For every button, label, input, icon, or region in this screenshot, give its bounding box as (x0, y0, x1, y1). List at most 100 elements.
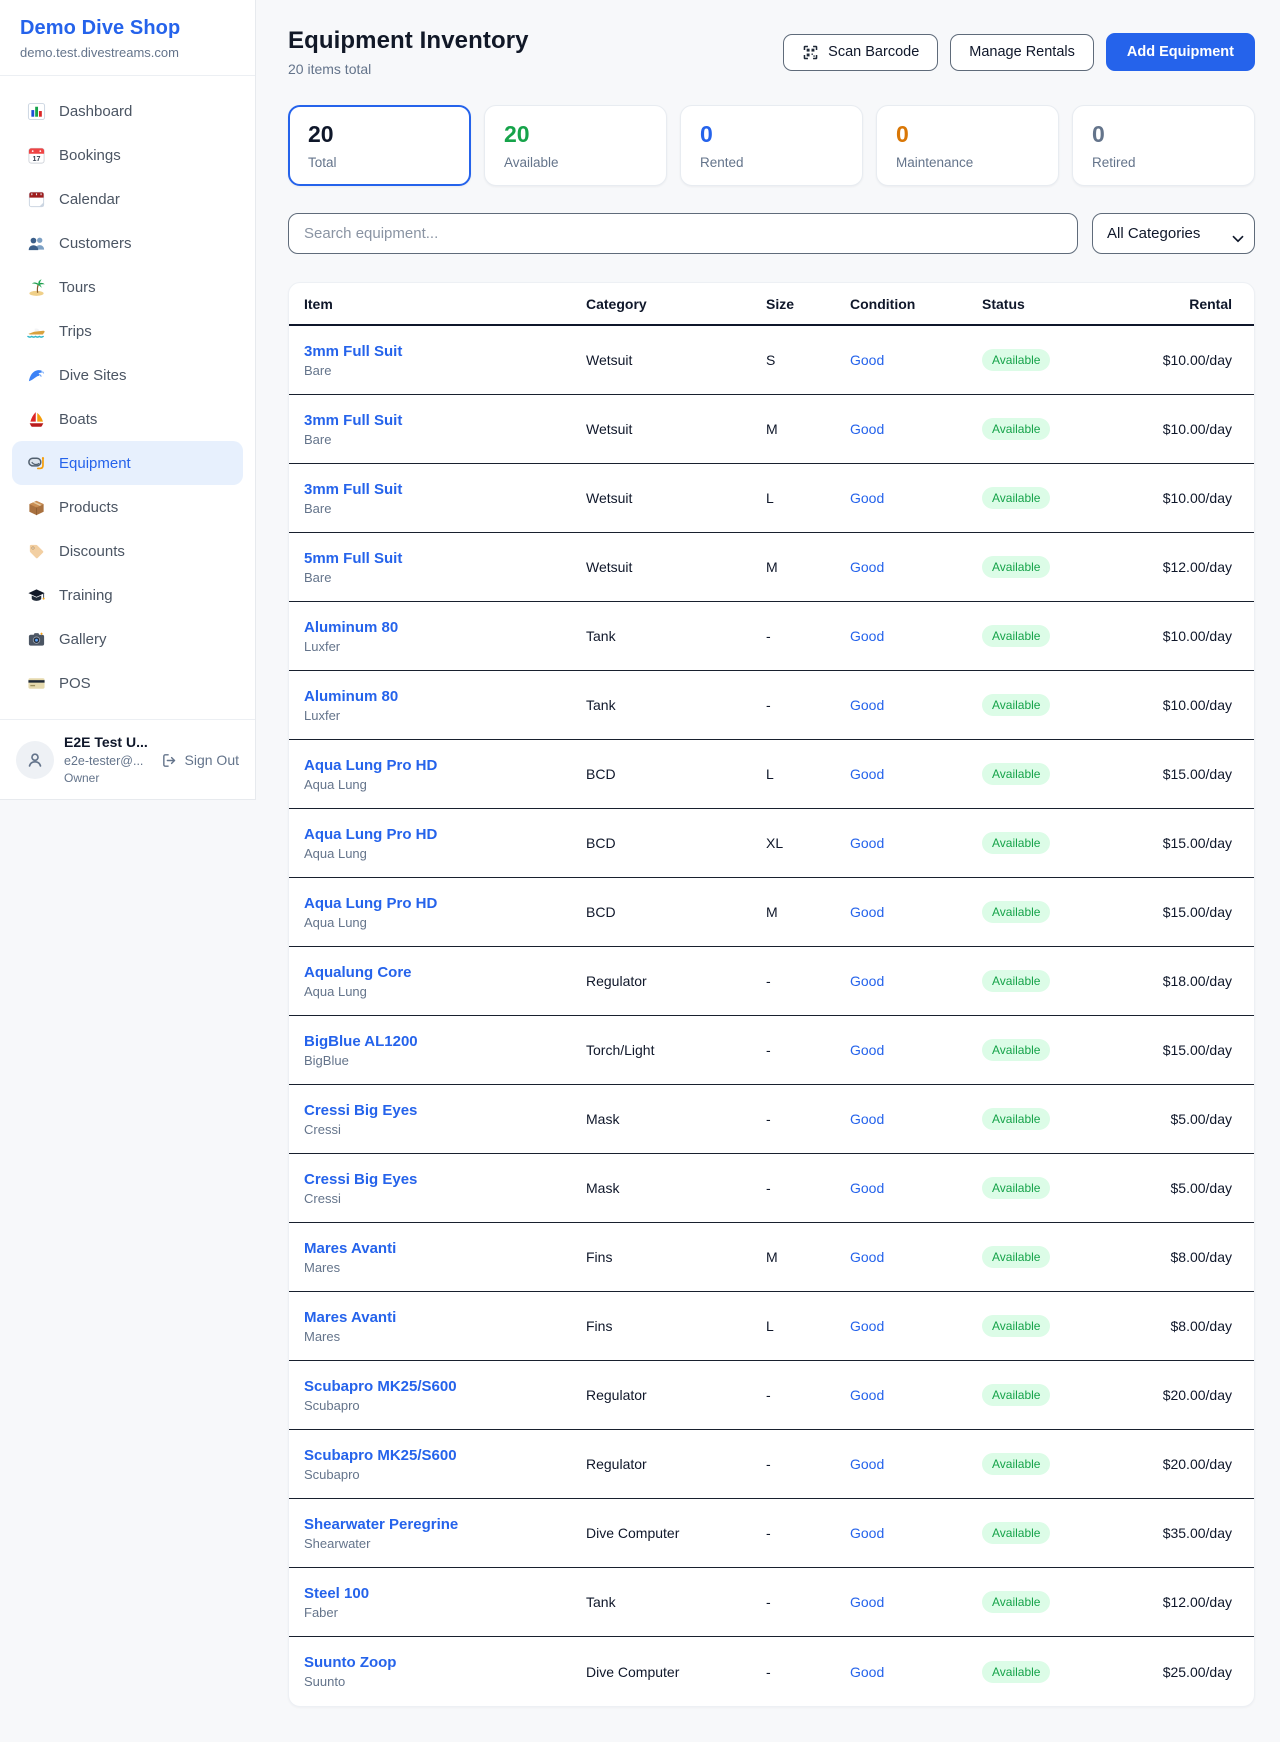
status-badge: Available (982, 1384, 1050, 1406)
item-name-link[interactable]: Scubapro MK25/S600 (304, 1447, 586, 1464)
item-name-link[interactable]: 3mm Full Suit (304, 412, 586, 429)
item-condition-link[interactable]: Good (850, 628, 982, 644)
sidebar-item-products[interactable]: Products (12, 485, 243, 529)
item-name-link[interactable]: Aqua Lung Pro HD (304, 895, 586, 912)
stats-row: 20 Total 20 Available 0 Rented 0 Mainten… (288, 105, 1255, 186)
item-condition-link[interactable]: Good (850, 1111, 982, 1127)
item-brand: Mares (304, 1260, 586, 1275)
item-name-link[interactable]: Scubapro MK25/S600 (304, 1378, 586, 1395)
item-condition-link[interactable]: Good (850, 1387, 982, 1403)
item-size: - (766, 1387, 850, 1403)
item-name-link[interactable]: BigBlue AL1200 (304, 1033, 586, 1050)
manage-rentals-button[interactable]: Manage Rentals (950, 34, 1094, 71)
item-condition-link[interactable]: Good (850, 1042, 982, 1058)
sidebar-item-pos[interactable]: POS (12, 661, 243, 705)
item-category: Regulator (586, 973, 766, 989)
item-condition-link[interactable]: Good (850, 559, 982, 575)
sidebar: Demo Dive Shop demo.test.divestreams.com… (0, 0, 256, 800)
sidebar-item-tours[interactable]: Tours (12, 265, 243, 309)
stat-value: 0 (896, 121, 1039, 148)
item-name-link[interactable]: Mares Avanti (304, 1309, 586, 1326)
item-condition-link[interactable]: Good (850, 1456, 982, 1472)
category-select[interactable]: All Categories (1092, 213, 1255, 254)
item-brand: Bare (304, 501, 586, 516)
discounts-icon (26, 541, 46, 561)
sidebar-item-customers[interactable]: Customers (12, 221, 243, 265)
scan-barcode-button[interactable]: Scan Barcode (783, 34, 938, 71)
stat-card-rented[interactable]: 0 Rented (680, 105, 863, 186)
item-rental-rate: $10.00/day (1134, 421, 1232, 437)
item-rental-rate: $5.00/day (1134, 1180, 1232, 1196)
sidebar-item-calendar[interactable]: Calendar (12, 177, 243, 221)
item-condition-link[interactable]: Good (850, 835, 982, 851)
item-condition-link[interactable]: Good (850, 490, 982, 506)
item-name-link[interactable]: Steel 100 (304, 1585, 586, 1602)
item-name-link[interactable]: Mares Avanti (304, 1240, 586, 1257)
item-name-link[interactable]: Aqua Lung Pro HD (304, 757, 586, 774)
main-content: Equipment Inventory 20 items total Scan … (256, 0, 1280, 1737)
item-name-link[interactable]: Aqua Lung Pro HD (304, 826, 586, 843)
sidebar-item-boats[interactable]: Boats (12, 397, 243, 441)
item-condition-link[interactable]: Good (850, 697, 982, 713)
item-brand: Scubapro (304, 1467, 586, 1482)
table-row: Aqua Lung Pro HD Aqua Lung BCD XL Good A… (289, 809, 1254, 878)
item-category: Tank (586, 697, 766, 713)
item-name-link[interactable]: 3mm Full Suit (304, 481, 586, 498)
sidebar-item-bookings[interactable]: 17 Bookings (12, 133, 243, 177)
item-category: Fins (586, 1318, 766, 1334)
status-badge: Available (982, 1453, 1050, 1475)
item-size: L (766, 1318, 850, 1334)
item-condition-link[interactable]: Good (850, 1594, 982, 1610)
sidebar-item-equipment[interactable]: Equipment (12, 441, 243, 485)
stat-value: 0 (1092, 121, 1235, 148)
item-condition-link[interactable]: Good (850, 421, 982, 437)
item-rental-rate: $10.00/day (1134, 352, 1232, 368)
item-condition-link[interactable]: Good (850, 973, 982, 989)
item-condition-link[interactable]: Good (850, 352, 982, 368)
search-input[interactable] (288, 213, 1078, 254)
stat-card-total[interactable]: 20 Total (288, 105, 471, 186)
item-condition-link[interactable]: Good (850, 1318, 982, 1334)
item-condition-link[interactable]: Good (850, 1525, 982, 1541)
item-name-link[interactable]: Aluminum 80 (304, 688, 586, 705)
stat-card-available[interactable]: 20 Available (484, 105, 667, 186)
item-brand: Aqua Lung (304, 984, 586, 999)
item-name-link[interactable]: Suunto Zoop (304, 1654, 586, 1671)
item-name-link[interactable]: 3mm Full Suit (304, 343, 586, 360)
status-badge: Available (982, 1039, 1050, 1061)
status-badge: Available (982, 625, 1050, 647)
item-size: M (766, 421, 850, 437)
item-size: - (766, 1456, 850, 1472)
item-condition-link[interactable]: Good (850, 1180, 982, 1196)
sign-out-button[interactable]: Sign Out (161, 752, 239, 769)
item-name-link[interactable]: Aqualung Core (304, 964, 586, 981)
item-name-link[interactable]: 5mm Full Suit (304, 550, 586, 567)
item-condition-link[interactable]: Good (850, 1249, 982, 1265)
table-row: Mares Avanti Mares Fins M Good Available… (289, 1223, 1254, 1292)
stat-card-retired[interactable]: 0 Retired (1072, 105, 1255, 186)
item-condition-link[interactable]: Good (850, 766, 982, 782)
item-name-link[interactable]: Aluminum 80 (304, 619, 586, 636)
item-condition-link[interactable]: Good (850, 904, 982, 920)
sidebar-item-discounts[interactable]: Discounts (12, 529, 243, 573)
column-header-status: Status (982, 296, 1134, 312)
item-condition-link[interactable]: Good (850, 1664, 982, 1680)
add-equipment-button[interactable]: Add Equipment (1106, 33, 1255, 71)
dashboard-icon (26, 101, 46, 121)
sidebar-item-gallery[interactable]: Gallery (12, 617, 243, 661)
item-category: Dive Computer (586, 1664, 766, 1680)
bookings-icon: 17 (26, 145, 46, 165)
item-name-link[interactable]: Cressi Big Eyes (304, 1102, 586, 1119)
item-name-link[interactable]: Shearwater Peregrine (304, 1516, 586, 1533)
sidebar-item-trips[interactable]: Trips (12, 309, 243, 353)
sidebar-item-dashboard[interactable]: Dashboard (12, 89, 243, 133)
item-rental-rate: $15.00/day (1134, 904, 1232, 920)
sidebar-item-dive-sites[interactable]: Dive Sites (12, 353, 243, 397)
stat-card-maintenance[interactable]: 0 Maintenance (876, 105, 1059, 186)
brand-name[interactable]: Demo Dive Shop (20, 17, 235, 40)
sidebar-item-training[interactable]: Training (12, 573, 243, 617)
item-size: M (766, 904, 850, 920)
svg-text:17: 17 (32, 154, 40, 162)
item-name-link[interactable]: Cressi Big Eyes (304, 1171, 586, 1188)
stat-value: 20 (504, 121, 647, 148)
